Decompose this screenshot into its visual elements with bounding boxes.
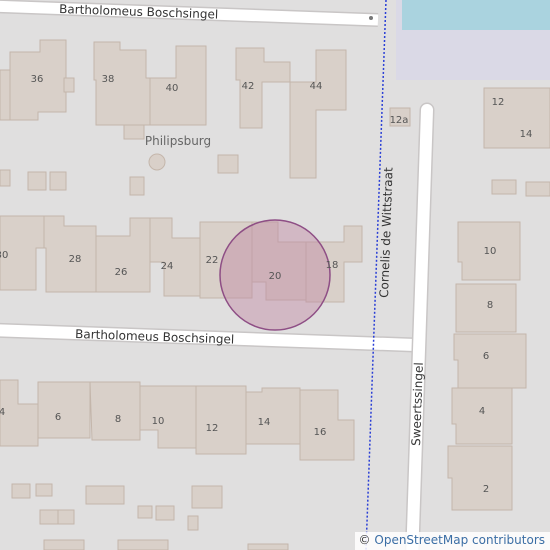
house-number: 16 [314,427,327,438]
house-number: 26 [115,267,128,278]
house-number: 4 [0,407,5,418]
house-number: 6 [483,351,489,362]
street-label-cornelis: Cornelis de Wittstraat [377,167,396,298]
street-label-top: Bartholomeus Boschsingel [59,2,219,22]
street-label-sweerts: Sweertssingel [409,362,426,446]
house-number: 4 [479,406,485,417]
house-number: 12 [492,97,505,108]
house-number: 24 [161,261,174,272]
house-number: 10 [152,416,165,427]
house-number: 44 [310,81,323,92]
house-number: 28 [69,254,82,265]
house-number: 12 [206,423,219,434]
house-number: 14 [258,417,271,428]
place-label: Philipsburg [145,134,211,148]
house-number: 30 [0,250,8,261]
copyright-symbol: © [358,533,371,547]
house-number: 40 [166,83,179,94]
house-number: 22 [206,255,219,266]
house-number: 12a [390,115,409,126]
house-number: 18 [326,260,339,271]
street-label-middle: Bartholomeus Boschsingel [75,327,235,347]
house-number: 20 [269,271,282,282]
house-number: 10 [484,246,497,257]
water-area [402,0,550,30]
house-number: 14 [520,129,533,140]
house-number: 8 [115,414,121,425]
house-number: 2 [483,484,489,495]
house-number: 36 [31,74,44,85]
attribution-link[interactable]: OpenStreetMap contributors [374,533,545,547]
house-number: 8 [487,300,493,311]
map-attribution: © OpenStreetMap contributors [354,532,550,550]
map-canvas: 36 38 40 42 44 12a 12 14 30 28 26 24 22 … [0,0,550,550]
house-number: 38 [102,74,115,85]
house-number: 6 [55,412,61,423]
map-view[interactable]: 36 38 40 42 44 12a 12 14 30 28 26 24 22 … [0,0,550,550]
house-number: 42 [242,81,255,92]
